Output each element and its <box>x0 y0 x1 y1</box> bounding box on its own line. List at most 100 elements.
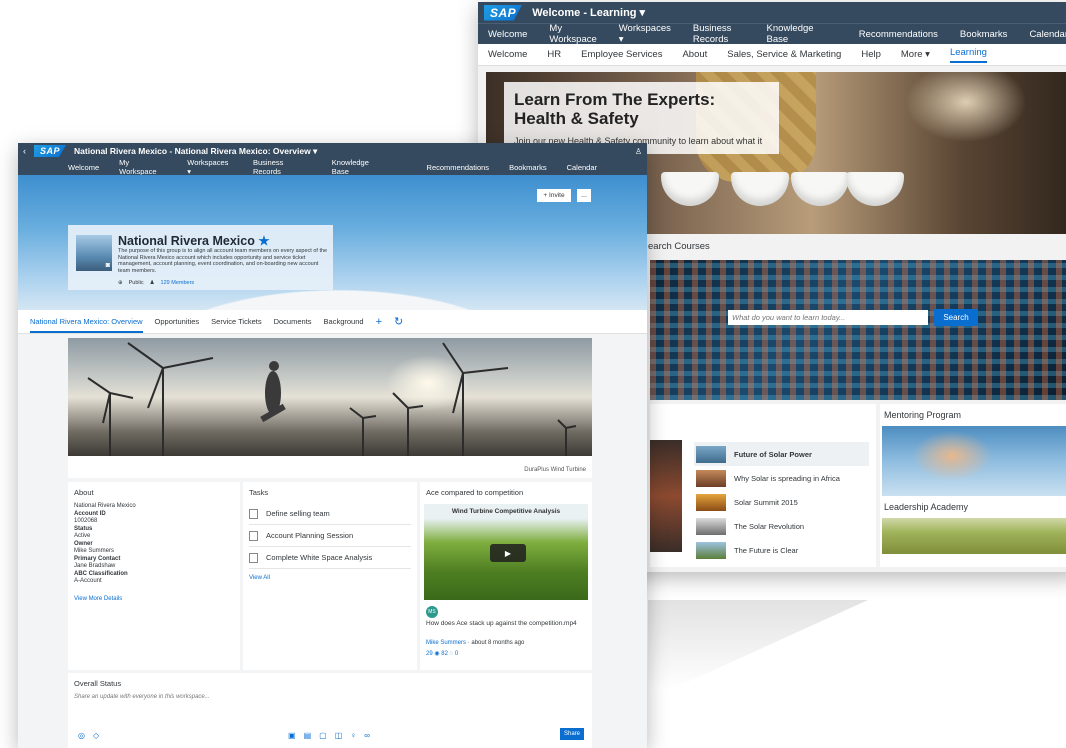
tab-documents[interactable]: Documents <box>274 317 312 326</box>
shell-title[interactable]: Welcome - Learning ▾ <box>532 6 645 19</box>
nav-workspaces[interactable]: Workspaces ▾ <box>187 158 233 176</box>
video-stats[interactable]: 29 ◉ 82 ◌ 0 <box>426 650 458 657</box>
nav-recommendations[interactable]: Recommendations <box>859 29 938 40</box>
leadership-title[interactable]: Leadership Academy <box>880 496 1066 518</box>
nav-business-records[interactable]: Business Records <box>693 23 745 45</box>
top-nav: Welcome My Workspace Workspaces ▾ Busine… <box>18 158 647 176</box>
sap-logo[interactable]: SAP <box>34 145 67 157</box>
video-thumbnail <box>696 493 726 511</box>
status-panel: Overall Status Share an update with ever… <box>68 673 592 748</box>
tasks-panel: Tasks Define selling team Account Planni… <box>243 482 417 670</box>
course-search-input[interactable] <box>728 310 928 325</box>
nav-knowledge-base[interactable]: Knowledge Base <box>332 158 387 176</box>
avatar[interactable]: MS <box>426 606 438 618</box>
hero-card: DuraPlus Wind Turbine <box>68 338 592 478</box>
tab-opportunities[interactable]: Opportunities <box>155 317 200 326</box>
more-button[interactable]: ... <box>577 189 591 202</box>
hero-title: Learn From The Experts: Health & Safety <box>514 90 716 128</box>
video-title: Why Solar is spreading in Africa <box>734 473 840 483</box>
nav-welcome[interactable]: Welcome <box>488 29 527 40</box>
subnav-sales[interactable]: Sales, Service & Marketing <box>727 49 841 60</box>
view-more-details-link[interactable]: View More Details <box>74 596 234 604</box>
members-link[interactable]: 129 Members <box>161 280 195 286</box>
shell-title[interactable]: National Rivera Mexico - National Rivera… <box>74 146 317 157</box>
reorder-tabs-icon[interactable]: ↻ <box>394 315 403 328</box>
nav-business-records[interactable]: Business Records <box>253 158 312 176</box>
globe-icon: ⊕ <box>118 280 123 286</box>
video-item[interactable]: Solar Summit 2015 <box>694 490 869 514</box>
video-caption[interactable]: How does Ace stack up against the compet… <box>426 620 586 628</box>
subnav-help[interactable]: Help <box>861 49 881 60</box>
user-icon[interactable]: ♙ <box>635 147 642 156</box>
workspace-tabs: National Rivera Mexico: Overview Opportu… <box>18 310 647 334</box>
video-meta: Mike Summers · about 8 months ago <box>426 640 525 646</box>
tab-background[interactable]: Background <box>324 317 364 326</box>
video-thumbnail <box>696 469 726 487</box>
floor-reflection <box>648 600 868 690</box>
subnav-about[interactable]: About <box>682 49 707 60</box>
nav-my-workspace[interactable]: My Workspace <box>549 23 596 45</box>
photo-icon[interactable]: ▣ <box>288 731 296 740</box>
play-icon[interactable]: ▶ <box>490 544 526 562</box>
group-avatar[interactable]: ◙ <box>76 235 112 271</box>
document-icon[interactable]: ▢ <box>319 731 327 740</box>
poll-icon[interactable]: ◫ <box>335 731 343 740</box>
competition-panel: Ace compared to competition Wind Turbine… <box>420 482 592 670</box>
task-item[interactable]: Account Planning Session <box>249 525 411 547</box>
subnav-welcome[interactable]: Welcome <box>488 49 527 60</box>
competition-video[interactable]: Wind Turbine Competitive Analysis ▶ <box>424 504 588 600</box>
tag-icon[interactable]: ◇ <box>93 731 99 740</box>
task-icon <box>249 552 258 563</box>
favorite-star-icon[interactable]: ★ <box>258 234 269 248</box>
video-item[interactable]: Why Solar is spreading in Africa <box>694 466 869 490</box>
cup-image <box>731 172 789 206</box>
nav-workspaces[interactable]: Workspaces ▾ <box>619 23 671 45</box>
invite-button[interactable]: + Invite <box>537 189 571 202</box>
mention-icon[interactable]: ◎ <box>78 731 85 740</box>
nav-bookmarks[interactable]: Bookmarks <box>509 163 547 172</box>
nav-my-workspace[interactable]: My Workspace <box>119 158 167 176</box>
task-item[interactable]: Define selling team <box>249 503 411 525</box>
shell-bar: SAP Welcome - Learning ▾ <box>478 2 1066 23</box>
video-player-thumbnail[interactable] <box>650 440 682 552</box>
subnav-employee-services[interactable]: Employee Services <box>581 49 662 60</box>
mentoring-title[interactable]: Mentoring Program <box>880 404 1066 426</box>
search-button[interactable]: Search <box>934 309 978 326</box>
contact-value: Jane Bradshaw <box>74 563 116 569</box>
subnav-more[interactable]: More ▾ <box>901 49 930 60</box>
video-item[interactable]: The Future is Clear <box>694 538 869 562</box>
video-item[interactable]: The Solar Revolution <box>694 514 869 538</box>
group-banner: + Invite ... ◙ National Rivera Mexico ★ … <box>18 175 647 310</box>
status-toolbar: ▣ ▤ ▢ ◫ ♀ ∞ <box>288 731 370 740</box>
nav-bookmarks[interactable]: Bookmarks <box>960 29 1008 40</box>
members-icon: ♟ <box>149 280 155 286</box>
video-item[interactable]: Future of Solar Power <box>694 442 869 466</box>
leadership-image[interactable] <box>882 518 1066 554</box>
nav-recommendations[interactable]: Recommendations <box>427 163 490 172</box>
nav-calendar[interactable]: Calendar <box>567 163 597 172</box>
nav-welcome[interactable]: Welcome <box>68 163 99 172</box>
status-label: Status <box>74 525 93 532</box>
share-button[interactable]: Share <box>560 728 584 740</box>
task-item[interactable]: Complete White Space Analysis <box>249 547 411 569</box>
mentoring-image[interactable] <box>882 426 1066 496</box>
subnav-hr[interactable]: HR <box>547 49 561 60</box>
nav-knowledge-base[interactable]: Knowledge Base <box>767 23 815 45</box>
camera-icon[interactable]: ◙ <box>106 262 110 269</box>
sap-logo[interactable]: SAP <box>484 4 523 21</box>
subnav-learning[interactable]: Learning <box>949 47 987 63</box>
view-all-link[interactable]: View All <box>243 569 417 587</box>
nav-calendar[interactable]: Calendar <box>1029 29 1066 40</box>
video-icon[interactable]: ▤ <box>304 731 312 740</box>
tab-overview[interactable]: National Rivera Mexico: Overview <box>30 317 143 333</box>
status-update-input[interactable]: Share an update with everyone in this wo… <box>68 694 592 700</box>
tab-service-tickets[interactable]: Service Tickets <box>211 317 261 326</box>
link-icon[interactable]: ∞ <box>364 731 370 740</box>
tasks-title: Tasks <box>249 488 269 497</box>
author-link[interactable]: Mike Summers <box>426 640 466 646</box>
add-tab-icon[interactable]: + <box>376 316 382 328</box>
group-description: The purpose of this group is to align al… <box>118 248 328 274</box>
idea-icon[interactable]: ♀ <box>350 731 356 740</box>
video-thumbnail <box>696 517 726 535</box>
back-icon[interactable]: ‹ <box>23 146 26 156</box>
